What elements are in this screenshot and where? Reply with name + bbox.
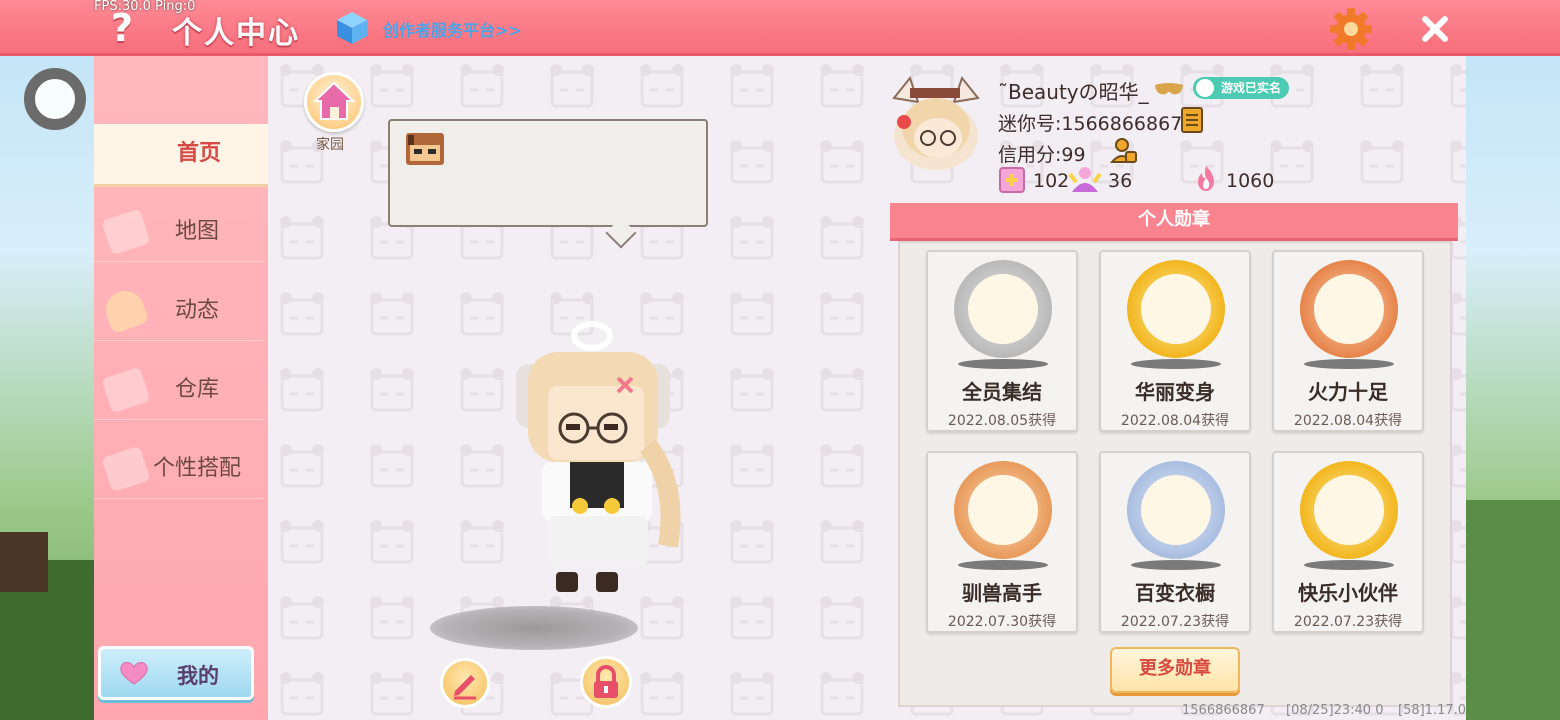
medal-coin-icon: [1300, 461, 1398, 559]
scenery-block: [0, 532, 48, 592]
sidebar-item-label: 首页: [176, 141, 221, 166]
more-medals-button[interactable]: 更多勋章: [1110, 647, 1240, 693]
medal-name: 全员集结: [962, 380, 1042, 404]
bell-icon: [100, 285, 150, 335]
character-shadow: [430, 606, 638, 650]
medal-name: 快乐小伙伴: [1298, 581, 1398, 605]
gear-icon[interactable]: [1328, 6, 1374, 52]
speech-bubble[interactable]: [388, 119, 708, 227]
medal-card[interactable]: 百变衣橱 2022.07.23获得: [1099, 451, 1251, 633]
person-icon: [1196, 79, 1214, 97]
chat-avatar-icon: [406, 133, 444, 165]
scenery-grass-right: [1466, 500, 1560, 720]
mini-id: 迷你号:1566866867: [998, 113, 1183, 135]
medal-date: 2022.07.30获得: [947, 614, 1057, 630]
medal-date: 2022.08.04获得: [1120, 413, 1230, 429]
medal-name: 驯兽高手: [962, 581, 1042, 605]
medal-coin-icon: [954, 461, 1052, 559]
sidebar-item-feed[interactable]: 动态: [94, 281, 264, 341]
fire-icon: [1198, 166, 1214, 191]
top-bar: ? 个人中心 创作者服务平台>>: [0, 0, 1560, 56]
popularity-count: 1060: [1226, 170, 1275, 192]
medal-card[interactable]: 华丽变身 2022.08.04获得: [1099, 250, 1251, 432]
medal-card[interactable]: 快乐小伙伴 2022.07.23获得: [1272, 451, 1424, 633]
medal-base: [1131, 560, 1221, 570]
profile-avatar[interactable]: [888, 74, 984, 174]
warehouse-icon: [101, 366, 151, 414]
medal-base: [1304, 359, 1394, 369]
floating-ring-icon[interactable]: [24, 68, 86, 130]
medal-name: 百变衣橱: [1135, 581, 1215, 605]
main-panel: 家园 ˜Beautyの昭华_ 游戏已实名 迷你号:1566866867 信用分:…: [268, 56, 1466, 720]
medal-date: 2022.08.05获得: [947, 413, 1057, 429]
fans-count: 36: [1108, 170, 1133, 192]
house-icon: [312, 81, 356, 120]
flower-count: 102: [1033, 170, 1070, 192]
page-title: 个人中心: [172, 16, 300, 51]
outfit-icon: [101, 445, 151, 493]
footer-version: [58]1.17.0: [1398, 703, 1467, 718]
medal-card[interactable]: 全员集结 2022.08.05获得: [926, 250, 1078, 432]
cube-icon[interactable]: [336, 11, 368, 45]
medal-base: [1131, 359, 1221, 369]
close-icon[interactable]: [1416, 10, 1454, 48]
sidebar-item-warehouse[interactable]: 仓库: [94, 360, 264, 420]
footer-time: [08/25]23:40 0: [1286, 703, 1384, 718]
medal-coin-icon: [954, 260, 1052, 358]
sidebar-item-label: 仓库: [174, 377, 219, 402]
credit-score: 信用分:99: [998, 144, 1086, 166]
fans-icon: [1068, 167, 1102, 192]
fps-text: FPS:30.0: [94, 0, 151, 14]
medal-header: 个人勋章: [890, 203, 1458, 241]
lock-icon: [594, 665, 618, 698]
verified-badge: 游戏已实名: [1193, 77, 1290, 99]
mine-button[interactable]: 我的: [98, 646, 254, 700]
medal-date: 2022.07.23获得: [1120, 614, 1230, 630]
medal-date: 2022.07.23获得: [1293, 614, 1403, 630]
flower-gift-icon: [999, 167, 1025, 193]
home-button[interactable]: [304, 72, 364, 132]
medal-card[interactable]: 火力十足 2022.08.04获得: [1272, 250, 1424, 432]
medal-name: 火力十足: [1308, 380, 1388, 404]
medal-coin-icon: [1300, 260, 1398, 358]
medal-date: 2022.08.04获得: [1293, 413, 1403, 429]
mask-icon: [1155, 83, 1183, 95]
avatar-character[interactable]: [508, 316, 708, 596]
sidebar-item-home[interactable]: 首页: [94, 124, 268, 184]
map-icon: [101, 208, 151, 256]
copy-icon[interactable]: [1180, 106, 1206, 134]
home-label: 家园: [316, 137, 344, 153]
debug-overlay: FPS:30.0 Ping:0: [94, 0, 195, 14]
credit-user-icon[interactable]: [1110, 136, 1138, 164]
ping-text: Ping:0: [155, 0, 196, 14]
footer-user-id: 1566866867: [1182, 703, 1265, 718]
sidebar-item-label: 个性搭配: [152, 456, 241, 481]
sidebar-item-label: 动态: [174, 298, 219, 323]
medal-base: [958, 560, 1048, 570]
medal-base: [958, 359, 1048, 369]
nickname: ˜Beautyの昭华_: [998, 80, 1149, 104]
edit-button[interactable]: [440, 658, 490, 708]
lock-button[interactable]: [580, 656, 632, 708]
sidebar-item-outfit[interactable]: 个性搭配: [94, 439, 264, 499]
creator-platform-link[interactable]: 创作者服务平台>>: [383, 17, 522, 41]
heart-icon: [120, 662, 148, 685]
sidebar-item-map[interactable]: 地图: [94, 202, 264, 262]
medal-coin-icon: [1127, 461, 1225, 559]
mine-label: 我的: [177, 664, 219, 688]
medal-coin-icon: [1127, 260, 1225, 358]
sidebar-item-label: 地图: [174, 219, 219, 244]
sidebar: 首页 地图 动态 仓库 个性搭配 我的: [94, 56, 268, 720]
pencil-icon: [454, 675, 476, 700]
medal-card[interactable]: 驯兽高手 2022.07.30获得: [926, 451, 1078, 633]
medal-base: [1304, 560, 1394, 570]
verified-label: 游戏已实名: [1221, 81, 1282, 95]
medal-name: 华丽变身: [1135, 380, 1215, 404]
